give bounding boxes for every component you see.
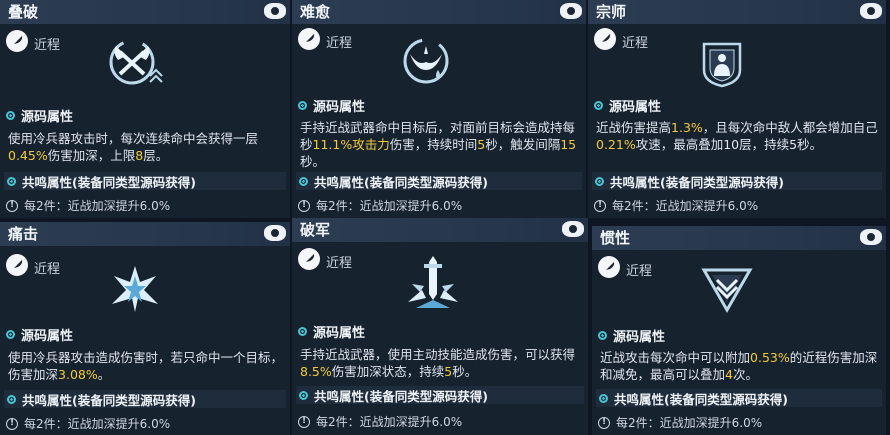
info-icon: ! — [594, 199, 606, 212]
crossed-wings-icon — [109, 39, 163, 85]
card-title: 难愈 — [300, 3, 331, 21]
section-heading: 源码属性 — [298, 322, 365, 341]
bullet-icon — [299, 390, 308, 400]
description: 手持近战武器，使用主动技能造成伤害，可以获得8.5%伤害加深状态，持续5秒。 — [300, 347, 576, 379]
card-title: 痛击 — [8, 225, 39, 243]
bullet-icon — [6, 111, 15, 120]
description: 使用冷兵器攻击造成伤害时，若只命中一个目标，伤害加深3.08%。 — [8, 350, 284, 382]
bullet-icon — [298, 101, 307, 110]
info-icon: ! — [6, 199, 18, 212]
set-bonus: ! 每2件：近战加深提升6.0% — [6, 415, 170, 432]
range-tag: 近程 — [34, 262, 61, 277]
eye-icon[interactable] — [560, 3, 582, 19]
section-heading: 源码属性 — [6, 106, 73, 125]
card-title: 惯性 — [600, 229, 631, 247]
info-icon: ! — [6, 417, 18, 430]
resonance-heading: 共鸣属性(装备同类型源码获得) — [592, 172, 882, 190]
card-zongshi: 宗师 近程 源码属性 近战伤害提高1.3%，且每次命中敌人都会增加自己0.21%… — [588, 0, 886, 218]
bullet-icon — [594, 101, 603, 110]
description: 近战伤害提高1.3%，且每次命中敌人都会增加自己0.21%攻速，最高叠加10层，… — [596, 120, 878, 152]
section-heading: 源码属性 — [6, 325, 73, 344]
feather-icon — [598, 256, 620, 278]
feather-icon — [594, 28, 616, 50]
range-tag: 近程 — [326, 256, 353, 271]
info-icon: ! — [598, 416, 610, 429]
card-tongji: 痛击 近程 源码属性 使用冷兵器攻击造成伤害时，若只命中一个目标，伤害加深3.0… — [0, 222, 290, 435]
bullet-icon — [598, 331, 607, 340]
bullet-icon — [7, 394, 16, 404]
card-title: 宗师 — [596, 3, 627, 21]
resonance-heading: 共鸣属性(装备同类型源码获得) — [596, 389, 882, 407]
range-tag: 近程 — [622, 36, 649, 51]
section-heading: 源码属性 — [594, 96, 661, 115]
section-heading: 源码属性 — [298, 96, 365, 115]
feather-icon — [6, 254, 28, 276]
set-bonus: ! 每2件：近战加深提升6.0% — [598, 414, 762, 431]
range-tag: 近程 — [34, 38, 61, 53]
description: 手持近战武器命中目标后，对面前目标会造成持每秒11.1%攻击力伤害，持续时间5秒… — [300, 120, 577, 169]
feather-icon — [298, 28, 320, 50]
card-title: 破军 — [300, 221, 331, 239]
bullet-icon — [7, 176, 16, 186]
card-header — [292, 218, 588, 242]
feather-icon — [6, 30, 28, 52]
eye-icon[interactable] — [860, 229, 882, 245]
card-header — [588, 0, 886, 24]
card-header — [592, 226, 886, 250]
eye-icon[interactable] — [264, 3, 286, 19]
card-header — [0, 222, 290, 246]
card-title: 叠破 — [8, 3, 39, 21]
info-icon: ! — [298, 415, 310, 428]
bullet-icon — [6, 330, 15, 339]
card-header — [0, 0, 290, 24]
card-pojun: 破军 近程 源码属性 手持近战武器，使用主动技能造成伤害，可以获得8.5%伤害加… — [292, 218, 588, 435]
resonance-heading: 共鸣属性(装备同类型源码获得) — [296, 172, 582, 190]
set-bonus: ! 每2件：近战加深提升6.0% — [298, 413, 462, 430]
bleeding-wing-icon — [403, 38, 449, 84]
sword-burst-icon — [408, 256, 458, 308]
set-bonus: ! 每2件：近战加深提升6.0% — [594, 197, 758, 214]
card-nanyu: 难愈 近程 源码属性 手持近战武器命中目标后，对面前目标会造成持每秒11.1%攻… — [292, 0, 586, 218]
feather-icon — [298, 248, 320, 270]
range-tag: 近程 — [326, 36, 353, 51]
eye-icon[interactable] — [860, 3, 882, 19]
description: 使用冷兵器攻击时，每次连续命中会获得一层0.45%伤害加深，上限8层。 — [8, 131, 259, 163]
section-heading: 源码属性 — [598, 326, 665, 345]
set-bonus: ! 每2件：近战加深提升6.0% — [298, 197, 462, 214]
resonance-heading: 共鸣属性(装备同类型源码获得) — [4, 172, 286, 190]
card-guanxing: 惯性 近程 源码属性 近战攻击每次命中可以附加0.53%的近程伤害加深和减免，最… — [592, 226, 886, 435]
card-diepo: 叠破 近程 源码属性 使用冷兵器攻击时，每次连续命中会获得一层0.45%伤害加深… — [0, 0, 290, 218]
eye-icon[interactable] — [264, 225, 286, 241]
resonance-heading: 共鸣属性(装备同类型源码获得) — [4, 390, 286, 408]
description: 近战攻击每次命中可以附加0.53%的近程伤害加深和减免，最高可以叠加4次。 — [600, 350, 878, 382]
bullet-icon — [595, 176, 604, 186]
master-shield-icon — [702, 42, 742, 88]
bullet-icon — [299, 176, 308, 186]
chevron-triangle-icon — [701, 268, 753, 314]
eye-icon[interactable] — [562, 221, 584, 237]
card-header — [292, 0, 586, 24]
bullet-icon — [298, 327, 307, 336]
info-icon: ! — [298, 199, 310, 212]
bullet-icon — [599, 393, 608, 403]
range-tag: 近程 — [626, 264, 653, 279]
set-bonus: ! 每2件：近战加深提升6.0% — [6, 197, 170, 214]
resonance-heading: 共鸣属性(装备同类型源码获得) — [296, 386, 584, 404]
impact-burst-icon — [112, 266, 158, 312]
